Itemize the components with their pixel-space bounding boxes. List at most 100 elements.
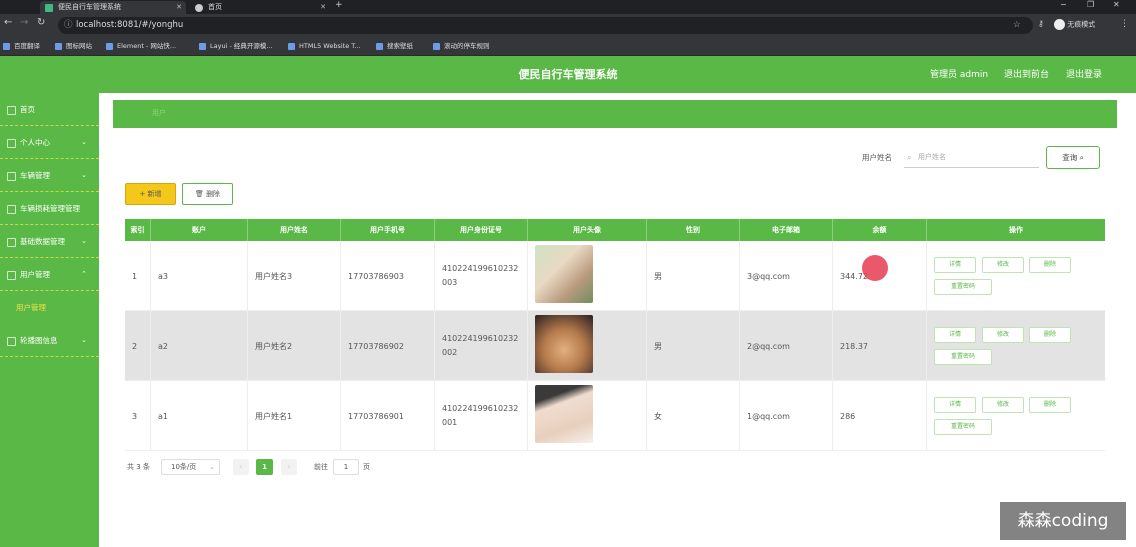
avatar-image[interactable] (535, 315, 593, 373)
cell-index: 3 (125, 381, 151, 451)
column-header: 操作 (1009, 226, 1023, 234)
column-header: 用户姓名 (248, 219, 341, 241)
cell-actions: 详情 修改 删除 重置密码 (927, 381, 1105, 451)
detail-button[interactable]: 详情 (934, 257, 976, 273)
cell-id-card: 410224199610232002 (435, 311, 528, 381)
breadcrumb[interactable]: 用户 (152, 108, 166, 118)
star-icon[interactable]: ☆ (1013, 17, 1021, 34)
bookmark[interactable]: Element - 网站快... (106, 40, 176, 52)
page-size-select[interactable]: 10条/页 ⌄ (161, 459, 220, 475)
admin-label: 管理员 admin (930, 70, 989, 80)
reset-password-button[interactable]: 重置密码 (934, 419, 992, 435)
reload-icon[interactable]: ↻ (37, 17, 45, 28)
goto-label: 前往 (314, 463, 328, 471)
sidebar-item-basic-data[interactable]: 基础数据管理 ⌄ (0, 225, 99, 258)
row-delete-button[interactable]: 删除 (1029, 327, 1071, 343)
close-icon[interactable]: ✕ (320, 1, 326, 14)
next-page-button[interactable]: › (281, 459, 297, 475)
reset-password-button[interactable]: 重置密码 (934, 279, 992, 295)
chevron-down-icon: ⌄ (81, 171, 87, 179)
edit-button[interactable]: 修改 (982, 327, 1024, 343)
cell-account: a3 (151, 241, 248, 311)
watermark: 森森coding (1000, 502, 1126, 540)
sidebar-item-users[interactable]: 用户管理 ⌃ (0, 258, 99, 291)
cell-account: a1 (151, 381, 248, 451)
restore-icon[interactable]: ❐ (1087, 0, 1094, 9)
cell-actions: 详情 修改 删除 重置密码 (927, 311, 1105, 381)
back-icon[interactable]: ← (4, 17, 12, 28)
cell-gender: 女 (647, 381, 740, 451)
key-icon[interactable]: ⚷ (1038, 19, 1044, 28)
sidebar-item-home[interactable]: 首页 (0, 93, 99, 126)
column-header: 用户头像 (528, 219, 647, 241)
new-tab-icon[interactable]: + (335, 0, 343, 10)
delete-button[interactable]: 🗑 删除 (182, 183, 233, 205)
row-delete-button[interactable]: 删除 (1029, 257, 1071, 273)
column-header: 性别 (647, 219, 740, 241)
column-header: 账户 (151, 219, 248, 241)
cell-avatar (528, 241, 647, 311)
sidebar-item-vehicles[interactable]: 车辆管理 ⌄ (0, 159, 99, 192)
minimize-icon[interactable]: − (1060, 0, 1067, 9)
detail-button[interactable]: 详情 (934, 397, 976, 413)
search-button[interactable]: 查询 ⌕ (1046, 146, 1100, 169)
bookmark[interactable]: HTML5 Website T... (288, 40, 361, 52)
bookmark[interactable]: 图标网站 (55, 40, 92, 52)
table-row[interactable]: 1 a3 用户姓名3 17703786903 41022419961023200… (125, 241, 1105, 311)
search-label: 用户姓名 (862, 153, 892, 162)
sidebar-subitem-users[interactable]: 用户管理 (0, 293, 99, 323)
edit-button[interactable]: 修改 (982, 257, 1024, 273)
close-window-icon[interactable]: ✕ (1113, 0, 1120, 9)
add-button[interactable]: + 新增 (125, 183, 176, 205)
menu-icon[interactable]: ⋮ (1120, 19, 1129, 29)
prev-page-button[interactable]: ‹ (233, 459, 249, 475)
cell-name: 用户姓名3 (248, 241, 341, 311)
vue-icon (45, 4, 53, 12)
goto-page-input[interactable]: 1 (333, 459, 359, 475)
table-header: 索引 账户 用户姓名 用户手机号 用户身份证号 用户头像 性别 电子邮箱 余额 … (125, 219, 1105, 241)
breadcrumb-bar (113, 100, 1117, 128)
cell-id-card: 410224199610232001 (435, 381, 528, 451)
address-bar[interactable]: ⓘ localhost:8081/#/yonghu ☆ (58, 17, 1033, 34)
cell-email: 3@qq.com (740, 241, 833, 311)
bookmark[interactable]: 滚动的停车规则 (433, 40, 490, 52)
cell-phone: 17703786903 (341, 241, 435, 311)
table-row[interactable]: 3 a1 用户姓名1 17703786901 41022419961023200… (125, 381, 1105, 451)
avatar-image[interactable] (535, 245, 593, 303)
bookmark[interactable]: 搜索壁纸 (376, 40, 413, 52)
cell-actions: 详情 修改 删除 重置密码 (927, 241, 1105, 311)
search-input[interactable]: ⌕ 用户姓名 (904, 147, 1039, 168)
search-icon: ⌕ (1079, 153, 1084, 162)
detail-button[interactable]: 详情 (934, 327, 976, 343)
browser-tab-active[interactable]: 便民自行车管理系统 ✕ (40, 1, 186, 14)
cell-email: 1@qq.com (740, 381, 833, 451)
browser-tab[interactable]: 首页 ✕ (190, 1, 330, 14)
cell-balance: 286 (833, 381, 927, 451)
cell-email: 2@qq.com (740, 311, 833, 381)
info-icon: ⓘ (64, 20, 73, 30)
back-to-front-link[interactable]: 退出到前台 (1004, 67, 1049, 80)
logout-link[interactable]: 退出登录 (1066, 67, 1102, 80)
reset-password-button[interactable]: 重置密码 (934, 349, 992, 365)
page-number[interactable]: 1 (256, 459, 273, 475)
cell-balance: 218.37 (833, 311, 927, 381)
table-row[interactable]: 2 a2 用户姓名2 17703786902 41022419961023200… (125, 311, 1105, 381)
sidebar-item-profile[interactable]: 个人中心 ⌄ (0, 126, 99, 159)
incognito-badge[interactable]: 无痕模式 (1054, 19, 1095, 30)
row-delete-button[interactable]: 删除 (1029, 397, 1071, 413)
column-header: 余额 (833, 219, 927, 241)
column-header: 电子邮箱 (740, 219, 833, 241)
sidebar-item-carousel[interactable]: 轮播图信息 ⌄ (0, 324, 99, 357)
chevron-down-icon: ⌄ (81, 237, 87, 245)
cell-gender: 男 (647, 311, 740, 381)
bookmark[interactable]: Layui - 经典开源模... (199, 40, 273, 52)
edit-button[interactable]: 修改 (982, 397, 1024, 413)
bookmark[interactable]: 百度翻译 (3, 40, 40, 52)
cursor-highlight (862, 255, 888, 281)
column-header: 索引 (125, 219, 151, 241)
avatar-image[interactable] (535, 385, 593, 443)
search-icon: ⌕ (907, 153, 912, 162)
close-icon[interactable]: ✕ (176, 1, 182, 14)
forward-icon[interactable]: → (20, 17, 28, 28)
sidebar-item-wear[interactable]: 车辆损耗管理管理 (0, 192, 99, 225)
